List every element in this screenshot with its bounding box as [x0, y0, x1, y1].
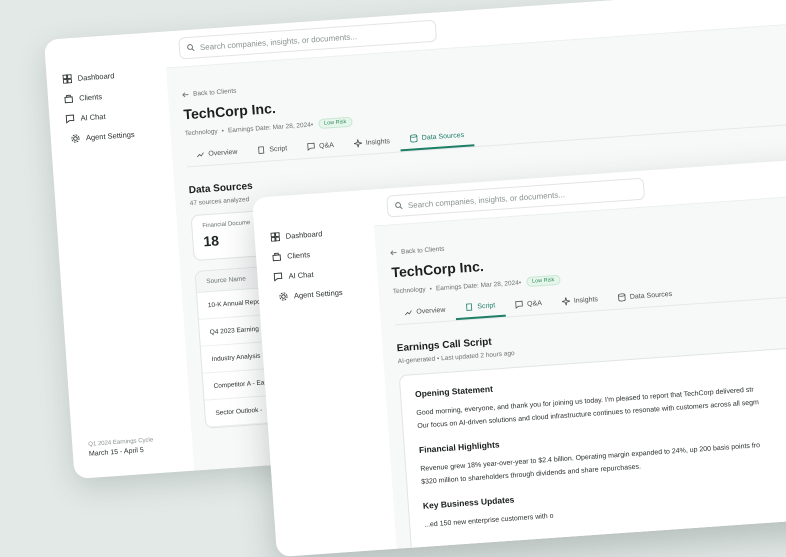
- earnings-cycle: Q1 2024 Earnings Cycle March 15 - April …: [88, 435, 154, 459]
- sidebar-nav: Dashboard Clients AI Chat Agent Settings: [270, 222, 343, 307]
- tab-overview[interactable]: Overview: [394, 304, 456, 324]
- sector: Technology: [392, 285, 426, 295]
- database-icon: [618, 293, 626, 302]
- search-placeholder: Search companies, insights, or documents…: [199, 31, 358, 52]
- back-link-label: Back to Clients: [400, 245, 445, 256]
- status-badge: Low Risk: [525, 274, 561, 288]
- tab-qa[interactable]: Q&A: [297, 139, 345, 158]
- gear-icon: [71, 133, 80, 143]
- separator: •: [518, 278, 522, 287]
- clients-icon: [272, 252, 281, 261]
- chat-icon: [65, 114, 75, 124]
- sidebar-item-label: AI Chat: [80, 111, 106, 123]
- tab-label: Script: [477, 301, 496, 311]
- document-icon: [466, 303, 473, 311]
- tab-data-sources[interactable]: Data Sources: [608, 288, 683, 309]
- chat-icon: [307, 142, 315, 151]
- tab-qa[interactable]: Q&A: [505, 297, 553, 316]
- sidebar-item-label: Agent Settings: [293, 287, 343, 300]
- separator: •: [429, 285, 433, 293]
- sidebar-nav: Dashboard Clients AI Chat Agent Settings: [62, 64, 135, 149]
- tab-insights[interactable]: Insights: [552, 293, 609, 313]
- sidebar-item-label: Dashboard: [77, 70, 115, 83]
- trend-icon: [405, 310, 412, 316]
- script-line: ...ed 150 new enterprise customers with …: [424, 512, 554, 529]
- arrow-left-icon: [182, 92, 189, 98]
- main-panel: Search companies, insights, or documents…: [371, 153, 786, 556]
- sidebar-item-label: AI Chat: [288, 269, 314, 281]
- tab-label: Insights: [365, 137, 391, 147]
- trend-icon: [197, 152, 204, 158]
- search-icon: [187, 44, 195, 52]
- content: Back to Clients TechCorp Inc. Technology…: [374, 190, 786, 556]
- gear-icon: [279, 291, 288, 301]
- tab-label: Overview: [416, 306, 446, 316]
- tab-data-sources[interactable]: Data Sources: [399, 130, 475, 152]
- earnings-date: Earnings Date: Mar 28, 2024: [435, 279, 520, 292]
- search-placeholder: Search companies, insights, or documents…: [407, 189, 566, 210]
- sidebar-item-agent-settings[interactable]: Agent Settings: [274, 282, 343, 307]
- sidebar-item-label: Agent Settings: [85, 129, 135, 142]
- back-link-label: Back to Clients: [192, 87, 237, 98]
- earnings-date: Earnings Date: Mar 28, 2024: [227, 121, 312, 134]
- tab-overview[interactable]: Overview: [186, 146, 248, 166]
- sidebar-item-label: Dashboard: [285, 228, 323, 241]
- dashboard-icon: [62, 73, 73, 84]
- database-icon: [410, 134, 418, 143]
- sparkle-icon: [561, 297, 570, 306]
- status-badge: Low Risk: [317, 116, 353, 130]
- separator: •: [310, 120, 314, 129]
- chat-icon: [515, 300, 523, 309]
- sidebar-item-label: Clients: [286, 249, 311, 261]
- chat-icon: [273, 272, 283, 282]
- tab-label: Q&A: [526, 299, 543, 308]
- tab-label: Overview: [208, 148, 238, 158]
- tab-label: Insights: [573, 295, 599, 305]
- clients-icon: [64, 94, 73, 103]
- search-icon: [395, 202, 403, 210]
- tab-label: Script: [269, 144, 288, 154]
- sidebar-item-label: Clients: [78, 91, 103, 103]
- tab-label: Data Sources: [421, 131, 465, 142]
- tab-label: Q&A: [318, 141, 335, 150]
- tab-insights[interactable]: Insights: [344, 135, 401, 155]
- tab-script[interactable]: Script: [455, 300, 506, 321]
- tab-label: Data Sources: [629, 290, 673, 301]
- sparkle-icon: [353, 139, 362, 148]
- dashboard-icon: [270, 231, 281, 242]
- arrow-left-icon: [390, 250, 397, 256]
- tab-script[interactable]: Script: [247, 143, 298, 162]
- sector: Technology: [184, 127, 218, 137]
- document-icon: [258, 146, 265, 154]
- separator: •: [221, 127, 225, 135]
- front-app-window: Dashboard Clients AI Chat Agent Settings…: [252, 153, 786, 557]
- sidebar-item-agent-settings[interactable]: Agent Settings: [66, 124, 135, 149]
- script-card: Opening Statement Good morning, everyone…: [398, 336, 786, 556]
